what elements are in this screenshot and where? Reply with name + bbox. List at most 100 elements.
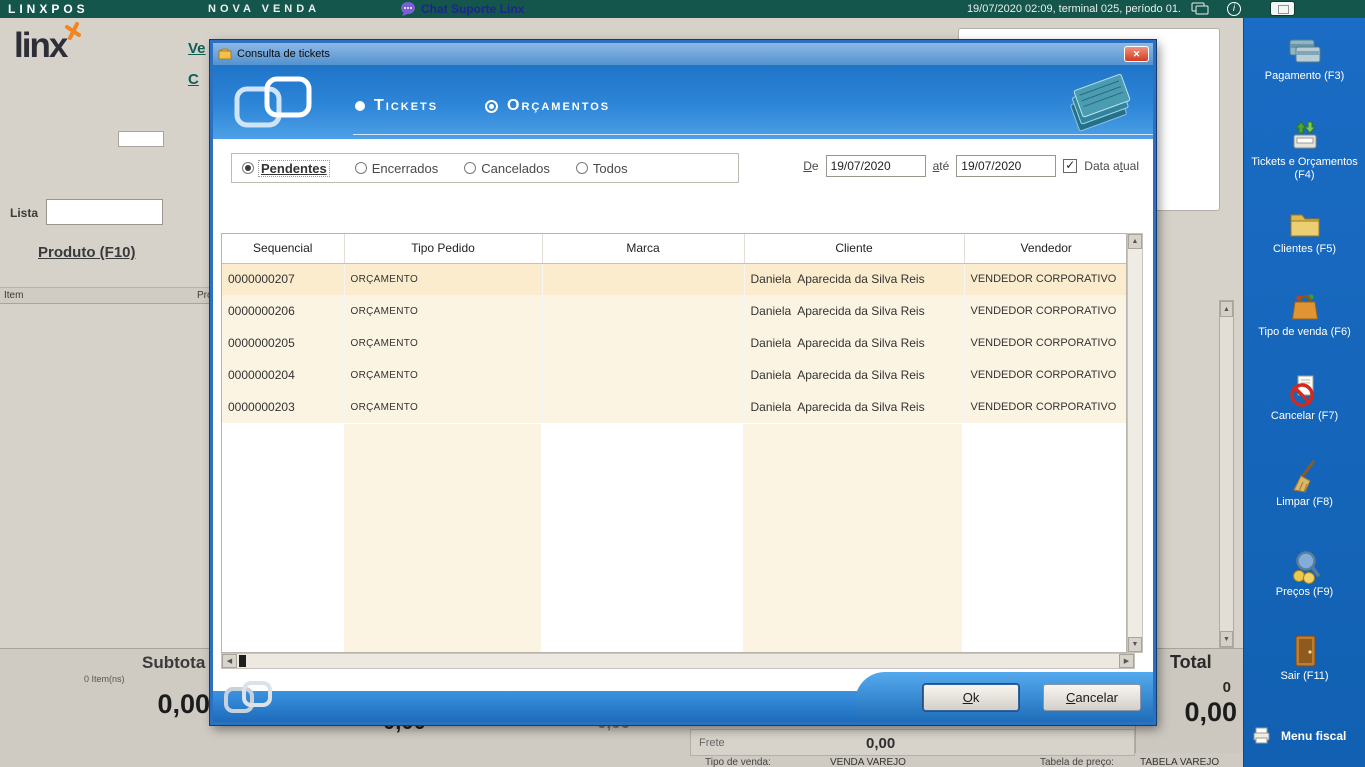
scroll-right-button[interactable]: ▶: [1119, 654, 1134, 668]
table-header: Sequencial Tipo Pedido Marca Cliente Ven…: [222, 234, 1127, 263]
broom-icon: [1286, 459, 1324, 495]
dialog-titlebar[interactable]: Consulta de tickets: [213, 43, 1153, 65]
column-header[interactable]: Tipo Pedido: [344, 234, 542, 263]
linx-rings-icon: [231, 73, 321, 131]
mini-field[interactable]: [118, 131, 164, 147]
scrollbar-thumb[interactable]: [239, 655, 246, 667]
table-horizontal-scrollbar[interactable]: ◀ ▶: [221, 653, 1135, 669]
dialog-title: Consulta de tickets: [237, 48, 330, 60]
table-cell: ORÇAMENTO: [344, 327, 542, 359]
radio-icon: [464, 162, 476, 174]
footer-rings-icon: [223, 680, 275, 714]
column-header[interactable]: Marca: [542, 234, 744, 263]
sidebar-item-limpar[interactable]: Limpar (F8): [1244, 458, 1365, 509]
chat-icon: [400, 1, 416, 17]
column-header[interactable]: Cliente: [744, 234, 964, 263]
dialog-footer: Ok Cancelar: [213, 669, 1153, 722]
consulta-tickets-dialog: Consulta de tickets ✕ Tickets Orçamentos…: [210, 40, 1156, 725]
column-stripe: [344, 424, 542, 652]
session-info: 19/07/2020 02:09, terminal 025, período …: [967, 3, 1181, 15]
cancel-button[interactable]: Cancelar: [1043, 684, 1141, 711]
chat-label: Chat Suporte Linx: [421, 2, 524, 16]
sidebar-item-tipo-venda[interactable]: Tipo de venda (F6): [1244, 288, 1365, 339]
table-row[interactable]: 0000000206ORÇAMENTODaniela Aparecida da …: [222, 295, 1127, 327]
filter-pendentes[interactable]: Pendentes: [242, 161, 329, 176]
data-atual-checkbox[interactable]: ✓: [1063, 159, 1077, 173]
table-cell: Daniela Aparecida da Silva Reis: [744, 295, 964, 327]
table-cell: ORÇAMENTO: [344, 263, 542, 295]
table-cell: Daniela Aparecida da Silva Reis: [744, 391, 964, 423]
mode-radio-tickets[interactable]: Tickets: [355, 97, 438, 115]
radio-icon: [485, 100, 498, 113]
printer-icon[interactable]: [1191, 2, 1209, 15]
info-icon[interactable]: i: [1227, 2, 1241, 16]
items-grid-header: Item Produ: [0, 287, 216, 304]
window-button[interactable]: [1270, 1, 1295, 16]
table-cell: VENDEDOR CORPORATIVO: [964, 263, 1127, 295]
tabela-preco-label: Tabela de preço:: [1040, 757, 1114, 767]
status-filter-group: Pendentes Encerrados Cancelados Todos: [231, 153, 739, 183]
filter-todos[interactable]: Todos: [576, 161, 628, 176]
total-count: 0: [1223, 679, 1231, 696]
sidebar-item-cancelar[interactable]: Cancelar (F7): [1244, 372, 1365, 423]
scroll-up-button[interactable]: ▲: [1220, 301, 1233, 317]
exit-door-icon: [1286, 633, 1324, 669]
mode-radio-orcamentos[interactable]: Orçamentos: [485, 97, 610, 115]
sidebar-item-precos[interactable]: Preços (F9): [1244, 548, 1365, 599]
tickets-printer-icon: [1286, 119, 1324, 155]
de-label: De: [803, 159, 818, 173]
total-value: 0,00: [1184, 697, 1237, 728]
sidebar-item-tickets-orcamentos[interactable]: Tickets e Orçamentos (F4): [1244, 118, 1365, 181]
fiscal-printer-icon: [1250, 726, 1273, 745]
sidebar-item-pagamento[interactable]: Pagamento (F3): [1244, 32, 1365, 83]
table-cell: [542, 295, 744, 327]
scroll-down-button[interactable]: ▼: [1128, 637, 1142, 652]
menu-fiscal-button[interactable]: Menu fiscal: [1250, 726, 1346, 745]
chat-support-link[interactable]: Chat Suporte Linx: [400, 0, 524, 18]
lista-input[interactable]: [46, 199, 163, 225]
filter-encerrados[interactable]: Encerrados: [355, 161, 438, 176]
linx-spark-icon: [63, 21, 83, 41]
table-cell: 0000000205: [222, 327, 344, 359]
sidebar: Pagamento (F3) Tickets e Orçamentos (F4)…: [1243, 18, 1365, 767]
sidebar-item-sair[interactable]: Sair (F11): [1244, 632, 1365, 683]
shopping-bag-icon: [1286, 289, 1324, 325]
sidebar-item-clientes[interactable]: Clientes (F5): [1244, 205, 1365, 256]
date-to-input[interactable]: [956, 155, 1056, 177]
total-label: Total: [1170, 652, 1212, 673]
table-row[interactable]: 0000000205ORÇAMENTODaniela Aparecida da …: [222, 327, 1127, 359]
vendedor-label: Ve: [188, 40, 206, 57]
radio-icon: [576, 162, 588, 174]
produto-label: Produto (F10): [38, 244, 136, 261]
filter-cancelados[interactable]: Cancelados: [464, 161, 550, 176]
item-column-header: Item: [4, 290, 23, 301]
app-logo: LINXPOS: [8, 2, 89, 16]
table-cell: [542, 327, 744, 359]
frete-panel: Frete 0,00: [690, 729, 1135, 756]
page-title: NOVA VENDA: [208, 3, 320, 15]
subtotal-value: 0,00: [92, 689, 210, 720]
subtotal-label: Subtota: [142, 653, 205, 673]
close-button[interactable]: ✕: [1124, 46, 1149, 62]
header-divider: [353, 134, 1153, 135]
column-header[interactable]: Sequencial: [222, 234, 344, 263]
table-row[interactable]: 0000000204ORÇAMENTODaniela Aparecida da …: [222, 359, 1127, 391]
scroll-left-button[interactable]: ◀: [222, 654, 237, 668]
dialog-icon: [218, 48, 232, 60]
frete-value: 0,00: [866, 735, 895, 752]
table-vertical-scrollbar[interactable]: ▲ ▼: [1127, 233, 1143, 653]
scroll-up-button[interactable]: ▲: [1128, 234, 1142, 249]
table-row[interactable]: 0000000203ORÇAMENTODaniela Aparecida da …: [222, 391, 1127, 423]
column-stripe: [743, 424, 963, 652]
ate-label: até: [933, 159, 950, 173]
table-cell: [542, 263, 744, 295]
table-row[interactable]: 0000000207ORÇAMENTODaniela Aparecida da …: [222, 263, 1127, 295]
topbar: LINXPOS NOVA VENDA Chat Suporte Linx 19/…: [0, 0, 1365, 18]
ok-button[interactable]: Ok: [923, 684, 1019, 711]
date-from-input[interactable]: [826, 155, 926, 177]
ticket-table-body: 0000000207ORÇAMENTODaniela Aparecida da …: [222, 263, 1127, 423]
scroll-down-button[interactable]: ▼: [1220, 631, 1233, 647]
column-header[interactable]: Vendedor: [964, 234, 1127, 263]
table-cell: 0000000204: [222, 359, 344, 391]
main-scrollbar[interactable]: ▲ ▼: [1219, 300, 1234, 648]
